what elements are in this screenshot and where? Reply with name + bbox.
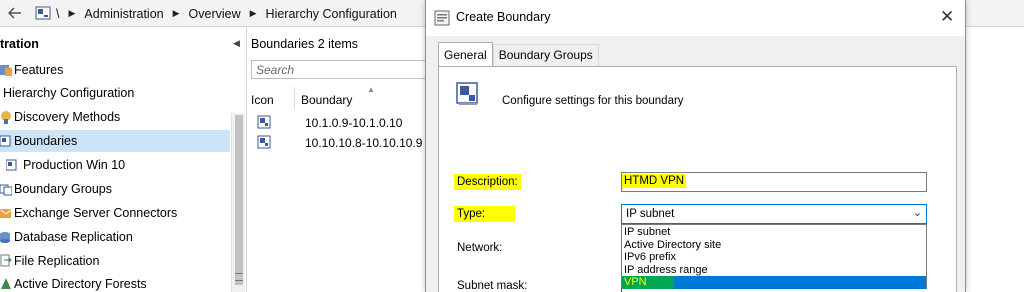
- tree-item-label: Boundaries: [14, 134, 78, 148]
- tree-item-discovery-methods[interactable]: Discovery Methods: [0, 106, 230, 128]
- breadcrumb-root[interactable]: \: [56, 7, 59, 21]
- boundaries-icon: [0, 135, 11, 147]
- type-dropdown-list: IP subnet Active Directory site IPv6 pre…: [621, 224, 927, 289]
- subnet-mask-label: Subnet mask:: [457, 280, 528, 292]
- tree-item-label: Exchange Server Connectors: [14, 206, 178, 220]
- tree-item-label: Database Replication: [14, 230, 133, 244]
- exchange-icon: [0, 209, 12, 218]
- type-option-ipv6-prefix[interactable]: IPv6 prefix: [622, 251, 926, 264]
- boundary-icon: [257, 115, 271, 129]
- tree-item-hierarchy-configuration[interactable]: Hierarchy Configuration: [0, 82, 230, 104]
- chevron-right-icon: ▶: [249, 8, 257, 18]
- chevron-right-icon: ▶: [68, 8, 76, 18]
- boundary-icon: [456, 82, 478, 105]
- type-select[interactable]: IP subnet ⌄: [621, 204, 927, 224]
- tree-item-label: File Replication: [14, 254, 100, 268]
- breadcrumb: \ ▶ Administration ▶ Overview ▶ Hierarch…: [56, 0, 397, 27]
- tree-item-boundaries[interactable]: Boundaries: [0, 130, 230, 152]
- features-icon: [0, 65, 12, 76]
- create-boundary-dialog: Create Boundary ✕ General Boundary Group…: [425, 0, 966, 292]
- database-icon: [0, 232, 10, 243]
- tree-item-label: Boundary Groups: [14, 182, 112, 196]
- ad-forest-icon: [1, 278, 11, 289]
- tree-header: tration: [0, 37, 39, 51]
- boundary-icon: [6, 159, 17, 171]
- tree-item-database-replication[interactable]: Database Replication: [0, 226, 230, 248]
- chevron-right-icon: ▶: [172, 8, 180, 18]
- table-row[interactable]: 10.10.10.8-10.10.10.9: [247, 133, 437, 153]
- chevron-down-icon[interactable]: ⌄: [913, 206, 922, 219]
- tree-item-label: Hierarchy Configuration: [3, 86, 135, 100]
- scrollbar-thumb[interactable]: [235, 115, 243, 285]
- back-arrow-icon[interactable]: [4, 3, 26, 23]
- search-input[interactable]: Search: [251, 60, 437, 79]
- panel-heading: Configure settings for this boundary: [502, 95, 684, 107]
- tab-general[interactable]: General: [438, 42, 493, 66]
- tree-item-features[interactable]: Features: [0, 59, 230, 81]
- table-row[interactable]: 10.1.0.9-10.1.0.10: [247, 113, 437, 133]
- boundaries-list-pane: Boundaries 2 items Search ▲ Icon Boundar…: [246, 27, 437, 292]
- type-option-label: VPN: [624, 276, 647, 288]
- type-option-ip-subnet[interactable]: IP subnet: [622, 226, 926, 239]
- search-placeholder: Search: [256, 63, 295, 77]
- boundary-groups-icon: [0, 184, 12, 196]
- file-replication-icon: [0, 254, 12, 267]
- description-label: Description:: [454, 174, 521, 190]
- tree-scrollbar[interactable]: [231, 113, 245, 292]
- tree-item-label: Active Directory Forests: [14, 277, 147, 291]
- column-header-boundary[interactable]: Boundary: [301, 93, 352, 109]
- dialog-body: General Boundary Groups Configure settin…: [426, 36, 965, 292]
- screen: \ ▶ Administration ▶ Overview ▶ Hierarch…: [0, 0, 1024, 292]
- tree-item-label: Discovery Methods: [14, 110, 121, 124]
- tree-item-boundary-groups[interactable]: Boundary Groups: [0, 178, 230, 200]
- type-option-active-directory-site[interactable]: Active Directory site: [622, 239, 926, 252]
- grip-icon: [235, 273, 243, 281]
- tree-item-production-win-10[interactable]: Production Win 10: [0, 154, 230, 176]
- breadcrumb-administration[interactable]: Administration: [84, 7, 163, 21]
- tree-item-active-directory-forests[interactable]: Active Directory Forests: [0, 273, 230, 292]
- type-option-ip-address-range[interactable]: IP address range: [622, 264, 926, 277]
- close-icon[interactable]: ✕: [940, 7, 954, 27]
- tree-item-label: Production Win 10: [23, 158, 126, 172]
- boundary-value: 10.1.0.9-10.1.0.10: [305, 116, 403, 130]
- tree-item-file-replication[interactable]: File Replication: [0, 250, 230, 272]
- console-icon[interactable]: [32, 3, 54, 23]
- breadcrumb-hierarchy-configuration[interactable]: Hierarchy Configuration: [266, 7, 397, 21]
- breadcrumb-overview[interactable]: Overview: [189, 7, 241, 21]
- boundary-value: 10.10.10.8-10.10.10.9: [305, 136, 423, 150]
- type-label: Type:: [454, 206, 515, 222]
- column-header-icon[interactable]: Icon: [251, 93, 274, 109]
- dialog-titlebar[interactable]: Create Boundary ✕: [426, 0, 965, 36]
- tab-boundary-groups[interactable]: Boundary Groups: [492, 44, 599, 66]
- discovery-icon: [1, 111, 11, 124]
- type-select-value: IP subnet: [626, 208, 675, 220]
- list-title: Boundaries 2 items: [251, 37, 359, 51]
- dialog-title: Create Boundary: [456, 10, 551, 24]
- column-divider[interactable]: [294, 87, 295, 109]
- description-value: HTMD VPN: [622, 174, 687, 188]
- description-field[interactable]: HTMD VPN: [621, 172, 927, 192]
- navigation-tree: tration ◀ Features Hierarchy Configurati…: [0, 27, 246, 292]
- type-option-vpn[interactable]: VPN: [622, 276, 926, 289]
- tree-item-label: Features: [14, 63, 64, 77]
- sort-ascending-icon: ▲: [367, 85, 375, 94]
- general-tab-panel: Configure settings for this boundary Des…: [438, 66, 957, 292]
- network-label: Network:: [457, 242, 503, 254]
- dialog-window-icon: [434, 10, 450, 26]
- boundary-icon: [257, 135, 271, 149]
- tree-item-exchange-server-connectors[interactable]: Exchange Server Connectors: [0, 202, 230, 224]
- collapse-pane-icon[interactable]: ◀: [233, 38, 240, 49]
- tab-strip: General Boundary Groups: [438, 42, 599, 66]
